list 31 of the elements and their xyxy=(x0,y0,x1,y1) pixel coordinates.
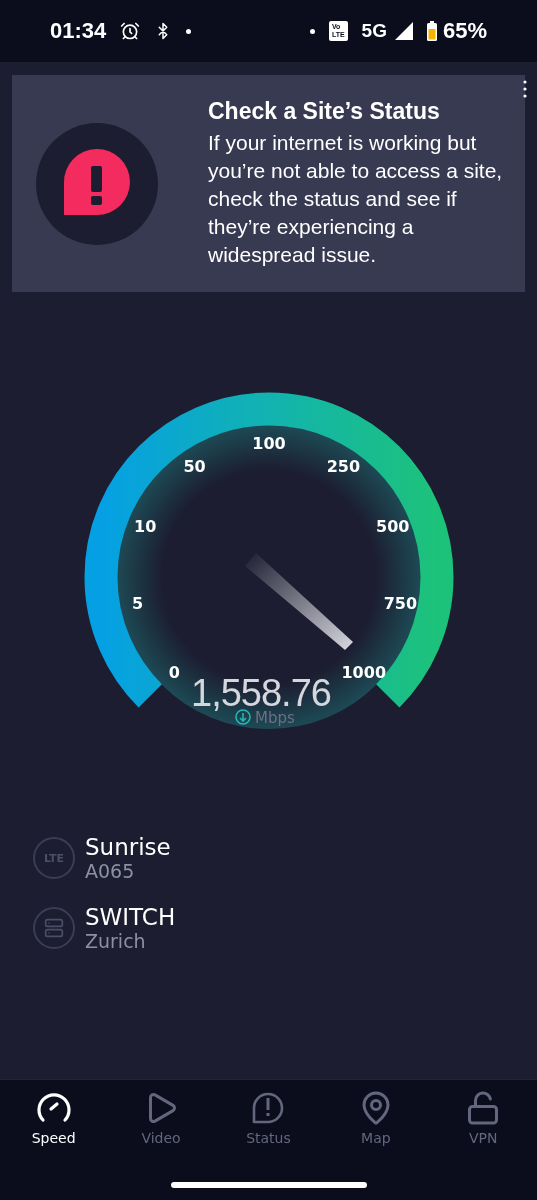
tip-title: Check a Site’s Status xyxy=(208,98,441,125)
nav-tab[interactable]: Video xyxy=(116,1090,207,1146)
speed-scale-label: 250 xyxy=(326,456,360,476)
connection-detail: A065 xyxy=(85,860,136,882)
network-type: 5G xyxy=(361,20,387,42)
battery-percentage: 65% xyxy=(442,18,487,44)
speed-scale-label: 750 xyxy=(383,594,417,614)
speed-scale-label: 500 xyxy=(375,516,409,536)
notification-dot xyxy=(186,28,192,34)
nav-tab[interactable]: Speed xyxy=(8,1090,99,1146)
connection-detail: Zurich xyxy=(85,930,147,952)
speed-scale-label: 5 xyxy=(131,594,143,614)
connection-name: SWITCH xyxy=(85,904,176,930)
server-icon xyxy=(33,907,75,949)
speed-scale-label: 50 xyxy=(182,456,206,476)
tip-text: If your internet is working but you’re not able to access a site, check the status and see if they’re experiencing a widespread issue. xyxy=(208,130,504,268)
download-icon xyxy=(234,709,251,725)
clock-time: 01:34 xyxy=(50,18,107,44)
speed-scale-label: 100 xyxy=(251,434,286,453)
connection-name: Sunrise xyxy=(85,834,171,860)
speed-scale-label: 10 xyxy=(133,516,156,536)
notification-dot xyxy=(309,28,315,34)
alarm-icon xyxy=(120,21,141,41)
nav-tab[interactable]: VPN xyxy=(438,1090,529,1146)
speed-scale-label: 1000 xyxy=(341,662,386,682)
nav-tab[interactable]: Status xyxy=(223,1090,314,1146)
signal-icon xyxy=(394,22,413,40)
nav-tab[interactable]: Map xyxy=(330,1090,421,1146)
alert-bubble-icon xyxy=(36,122,158,245)
battery-icon xyxy=(426,21,437,41)
speed-scale-label: 0 xyxy=(168,662,180,682)
